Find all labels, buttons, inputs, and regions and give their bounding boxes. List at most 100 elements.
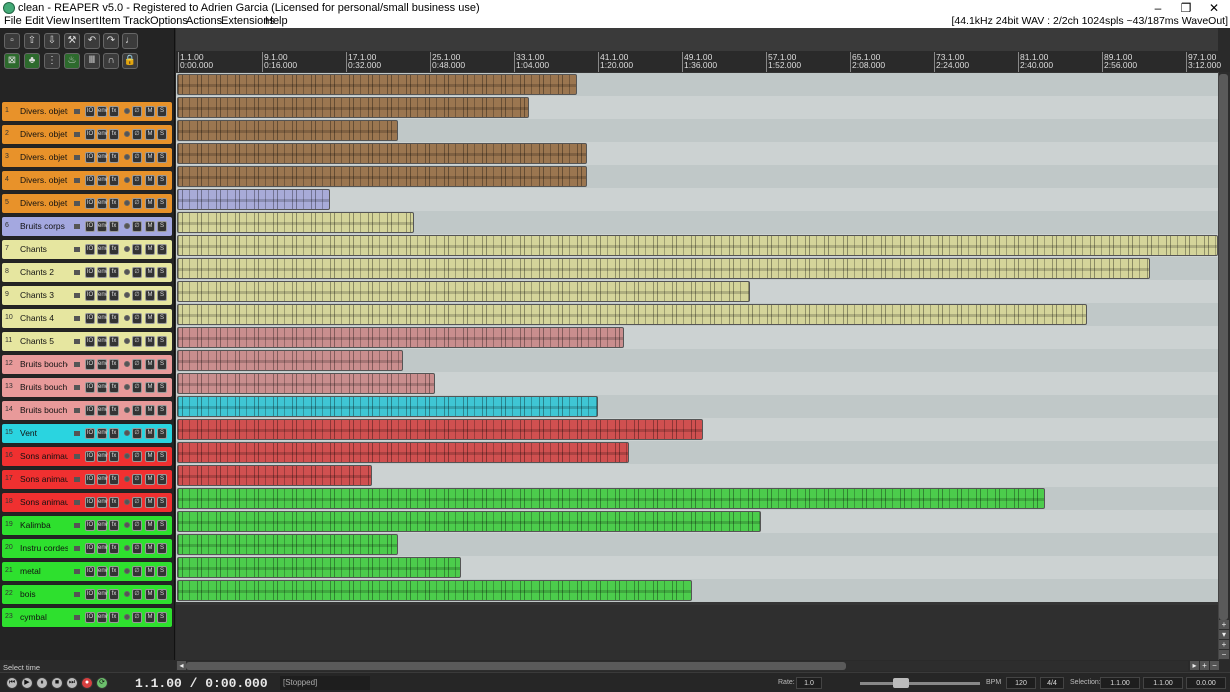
arrange-view[interactable]: 1.1.00 0:00.000 9.1.00 0:16.000 17.1.00 0:32.… [176,28,1221,660]
track-mute-button[interactable]: M [145,451,155,462]
track-name[interactable]: Bruits bouch. 3 [18,404,68,417]
track-phase-button[interactable]: ∅ [132,336,142,347]
track-lane[interactable] [176,211,1218,234]
volume-fader[interactable] [74,500,80,505]
record-arm-button[interactable] [124,108,130,114]
track-fx-button[interactable]: fx [109,428,119,439]
track-fx-button[interactable]: fx [109,175,119,186]
media-item[interactable] [177,419,703,440]
volume-fader[interactable] [74,109,80,114]
track-name[interactable]: Chants 3 [18,289,68,302]
track-23[interactable]: 23 cymbal IO env fx ∅ M S [1,607,173,628]
track-IO-button[interactable]: IO [85,244,95,255]
record-arm-button[interactable] [124,384,130,390]
selection-start[interactable]: 1.1.00 [1100,677,1140,689]
volume-fader[interactable] [74,385,80,390]
record-arm-button[interactable] [124,154,130,160]
track-fx-button[interactable]: fx [109,290,119,301]
track-2[interactable]: 2 Divers. objet. 2 IOenvfx ∅MS [1,124,173,145]
volume-fader[interactable] [74,523,80,528]
track-IO-button[interactable]: IO [85,267,95,278]
volume-fader[interactable] [74,224,80,229]
track-phase-button[interactable]: ∅ [132,175,142,186]
track-lane[interactable] [176,188,1218,211]
track-env-button[interactable]: env [97,566,108,577]
menu-item[interactable]: Item [99,16,120,27]
track-mute-button[interactable]: M [145,221,155,232]
track-mute-button[interactable]: M [145,359,155,370]
track-lane[interactable] [176,96,1218,119]
track-env-button[interactable]: env [97,359,108,370]
volume-fader[interactable] [74,362,80,367]
media-item[interactable] [177,143,587,164]
track-name[interactable]: Kalimba [18,519,68,532]
track-name[interactable]: Bruits bouche [18,358,68,371]
track-env-button[interactable]: env [97,198,108,209]
item-lock-icon[interactable]: Ⅲ [84,53,100,69]
rate-slider[interactable] [860,682,980,685]
track-name[interactable]: metal [18,565,68,578]
open-project-icon[interactable]: ⇧ [24,33,40,49]
record-arm-button[interactable] [124,430,130,436]
media-item[interactable] [177,511,761,532]
track-env-button[interactable]: env [97,290,108,301]
record-arm-button[interactable] [124,269,130,275]
record-arm-button[interactable] [124,568,130,574]
track-phase-button[interactable]: ∅ [132,566,142,577]
track-IO-button[interactable]: IO [85,359,95,370]
track-fx-button[interactable]: fx [109,451,119,462]
track-fx-button[interactable]: fx [109,152,119,163]
vscroll-zoom-out-icon[interactable]: + [1219,620,1229,629]
record-arm-button[interactable] [124,499,130,505]
track-solo-button[interactable]: S [157,474,167,485]
track-21[interactable]: 21 metal IO env fx ∅ M S [1,561,173,582]
record-arm-button[interactable] [124,200,130,206]
track-name[interactable]: Chants 2 [18,266,68,279]
media-item[interactable] [177,235,1218,256]
hzoom-in-icon[interactable]: + [1200,661,1209,670]
media-item[interactable] [177,97,529,118]
track-22[interactable]: 22 bois IO env fx ∅ M S [1,584,173,605]
track-20[interactable]: 20 Instru cordes IO env fx ∅ M S [1,538,173,559]
volume-fader[interactable] [74,477,80,482]
track-solo-button[interactable]: S [157,520,167,531]
hscroll-right-icon[interactable]: ▸ [1190,661,1199,670]
menu-view[interactable]: View [46,16,70,27]
menu-track[interactable]: Track [123,16,150,27]
track-lane[interactable] [176,464,1218,487]
track-phase-button[interactable]: ∅ [132,267,142,278]
track-solo-button[interactable]: S [157,267,167,278]
time-signature[interactable]: 4/4 [1040,677,1064,689]
volume-fader[interactable] [74,592,80,597]
track-solo-button[interactable]: S [157,589,167,600]
track-solo-button[interactable]: S [157,543,167,554]
track-fx-button[interactable]: fx [109,221,119,232]
record-button[interactable]: ● [81,677,93,689]
track-lane[interactable] [176,487,1218,510]
track-IO-button[interactable]: IO [85,474,95,485]
vertical-scroll-thumb[interactable] [1219,74,1228,620]
track-name[interactable]: Divers. objet. 4 [18,174,68,187]
media-item[interactable] [177,557,461,578]
track-13[interactable]: 13 Bruits bouch. 2 IOenvfx ∅MS [1,377,173,398]
media-item[interactable] [177,189,330,210]
track-6[interactable]: 6 Bruits corps IO env fx ∅ M S [1,216,173,237]
record-arm-button[interactable] [124,407,130,413]
track-8[interactable]: 8 Chants 2 IO env fx ∅ M S [1,262,173,283]
track-phase-button[interactable]: ∅ [132,543,142,554]
track-phase-button[interactable]: ∅ [132,244,142,255]
volume-fader[interactable] [74,201,80,206]
record-arm-button[interactable] [124,223,130,229]
track-phase-button[interactable]: ∅ [132,290,142,301]
track-solo-button[interactable]: S [157,497,167,508]
track-name[interactable]: Bruits corps [18,220,68,233]
track-env-button[interactable]: env [97,175,108,186]
track-name[interactable]: Instru cordes [18,542,68,555]
save-project-icon[interactable]: ⇩ [44,33,60,49]
track-IO-button[interactable]: IO [85,175,95,186]
track-mute-button[interactable]: M [145,589,155,600]
rate-value[interactable]: 1.0 [796,677,822,689]
track-name[interactable]: Vent [18,427,68,440]
rewind-button[interactable]: ⏮ [6,677,18,689]
track-lane[interactable] [176,579,1218,602]
